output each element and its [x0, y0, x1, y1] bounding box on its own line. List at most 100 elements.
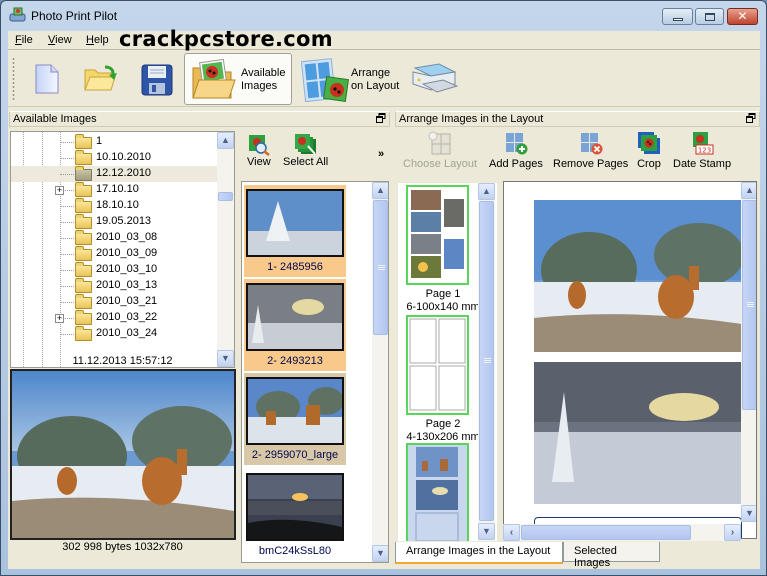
- menu-view[interactable]: View: [48, 34, 72, 46]
- pages-scroll-thumb[interactable]: [479, 201, 494, 521]
- scroll-down-arrow[interactable]: ▼: [741, 505, 756, 522]
- folder-icon: [75, 230, 92, 245]
- folder-icon: [75, 134, 92, 149]
- folder-tree-item[interactable]: 18.10.10: [11, 198, 221, 214]
- open-folder-icon: [83, 64, 117, 94]
- folder-tree-item[interactable]: 19.05.2013: [11, 214, 221, 230]
- folder-tree-item[interactable]: +2010_03_22: [11, 310, 221, 326]
- thumbnail-item[interactable]: 1- 2485956: [244, 185, 346, 277]
- title-bar: Photo Print Pilot ✕: [1, 1, 766, 31]
- menu-help[interactable]: Help: [86, 34, 109, 46]
- toolbar-grip[interactable]: [12, 57, 15, 101]
- thumbs-scrollbar[interactable]: ▲ ▼: [372, 182, 388, 562]
- layout-hscroll-thumb[interactable]: [521, 525, 691, 540]
- folder-tree-item[interactable]: 2010_03_08: [11, 230, 221, 246]
- expand-plus-icon[interactable]: +: [55, 314, 64, 323]
- scroll-right-arrow[interactable]: ›: [724, 524, 741, 541]
- available-images-button[interactable]: Available Images: [184, 53, 292, 105]
- more-chevron-icon[interactable]: »: [378, 148, 384, 160]
- date-stamp-icon: 123: [690, 131, 714, 155]
- left-pane: 1 10.10.2010 12.12.2010 +17.10.10 18.10.10 19…: [8, 128, 237, 569]
- folder-tree-item[interactable]: 2010_03_21: [11, 294, 221, 310]
- layout-vscrollbar[interactable]: ▲ ▼: [741, 182, 756, 522]
- page-thumbnail-3[interactable]: [406, 443, 469, 541]
- folder-tree-item[interactable]: 2010_03_24: [11, 326, 221, 342]
- layout-image-2[interactable]: [534, 362, 742, 504]
- save-button[interactable]: [132, 53, 178, 105]
- select-all-icon: [294, 134, 317, 155]
- add-pages-icon: [504, 131, 528, 155]
- layout-image-1[interactable]: [534, 200, 742, 352]
- thumbnail-item[interactable]: 2- 2959070_large: [244, 373, 346, 465]
- image-thumbnail-list[interactable]: 1- 2485956 2- 2493213 2- 2959070_large b…: [241, 181, 389, 563]
- add-pages-button[interactable]: Add Pages: [489, 131, 543, 170]
- menu-file[interactable]: File: [15, 34, 33, 46]
- tab-arrange-images[interactable]: Arrange Images in the Layout: [395, 542, 563, 564]
- panel-restore-icon[interactable]: [376, 113, 386, 123]
- folder-label: 2010_03_21: [96, 295, 158, 307]
- select-all-button[interactable]: Select All: [283, 134, 328, 168]
- folder-tree-item[interactable]: 2010_03_10: [11, 262, 221, 278]
- tree-connector: [60, 254, 74, 255]
- thumbnail-caption: 1- 2485956: [267, 261, 323, 273]
- page-2-label: Page 2 4-130x206 mm: [406, 418, 480, 443]
- close-button[interactable]: ✕: [727, 8, 758, 25]
- folder-tree-item[interactable]: 2010_03_09: [11, 246, 221, 262]
- panel-restore-icon[interactable]: [746, 113, 756, 123]
- expand-plus-icon[interactable]: +: [55, 186, 64, 195]
- menu-help-label: elp: [93, 34, 109, 46]
- view-button[interactable]: View: [247, 134, 271, 168]
- tab-selected-images[interactable]: Selected Images: [563, 542, 660, 569]
- folder-tree-item[interactable]: +17.10.10: [11, 182, 221, 198]
- scroll-left-arrow[interactable]: ‹: [503, 524, 520, 541]
- arrange-on-layout-button[interactable]: Arrange on Layout: [296, 53, 404, 105]
- date-stamp-button[interactable]: 123 Date Stamp: [673, 131, 731, 170]
- pages-list[interactable]: Page 1 6-100x140 mm Page 2 4-130x206 mm ▲ …: [398, 183, 497, 541]
- page-thumbnail-1[interactable]: [406, 185, 469, 285]
- minimize-button[interactable]: [662, 8, 693, 25]
- scroll-down-arrow[interactable]: ▼: [478, 523, 495, 540]
- tree-connector: [60, 206, 74, 207]
- select-all-label: Select All: [283, 156, 329, 168]
- folder-icon: [75, 294, 92, 309]
- maximize-button[interactable]: [695, 8, 724, 25]
- main-toolbar: Available Images Arrange on Layout: [8, 51, 760, 107]
- tree-scroll-thumb[interactable]: [218, 192, 233, 201]
- layout-canvas[interactable]: ▲ ▼: [503, 181, 757, 539]
- folder-tree-item[interactable]: 12.12.2010: [11, 166, 221, 182]
- layout-hscrollbar[interactable]: ‹ ›: [503, 524, 741, 541]
- folder-tree-item[interactable]: 1: [11, 134, 221, 150]
- thumbs-toolbar: View Select All »: [239, 132, 391, 178]
- crop-button[interactable]: Crop: [637, 131, 661, 170]
- page-thumbnail-2[interactable]: [406, 315, 469, 415]
- new-document-icon: [35, 64, 59, 94]
- layout-vscroll-thumb[interactable]: [742, 200, 756, 410]
- arrange-panel-title: Arrange Images in the Layout: [399, 113, 544, 125]
- thumbnail-image: [246, 473, 344, 541]
- preview-timestamp: 11.12.2013 15:57:12: [72, 355, 173, 367]
- folder-label: 18.10.10: [96, 199, 139, 211]
- folder-tree-item[interactable]: 2010_03_13: [11, 278, 221, 294]
- menu-file-label: ile: [21, 34, 33, 46]
- folder-tree[interactable]: 1 10.10.2010 12.12.2010 +17.10.10 18.10.10 19…: [10, 131, 235, 368]
- thumbnail-item[interactable]: 2- 2493213: [244, 279, 346, 371]
- scroll-up-arrow[interactable]: ▲: [217, 132, 234, 149]
- remove-pages-button[interactable]: Remove Pages: [553, 131, 628, 170]
- thumbnail-item[interactable]: bmC24kSsL80: [244, 469, 346, 561]
- pages-scrollbar[interactable]: ▲ ▼: [478, 183, 495, 541]
- folder-tree-item[interactable]: 10.10.2010: [11, 150, 221, 166]
- new-button[interactable]: [24, 53, 68, 105]
- print-button[interactable]: [406, 53, 459, 105]
- tree-scrollbar[interactable]: ▲ ▼: [217, 132, 234, 367]
- scroll-up-arrow[interactable]: ▲: [741, 182, 756, 199]
- thumbnail-image: [246, 283, 344, 351]
- folder-label: 2010_03_08: [96, 231, 158, 243]
- scroll-up-arrow[interactable]: ▲: [478, 183, 495, 200]
- scroll-down-arrow[interactable]: ▼: [372, 545, 388, 562]
- open-button[interactable]: [76, 53, 122, 105]
- remove-pages-icon: [579, 131, 603, 155]
- scroll-up-arrow[interactable]: ▲: [372, 182, 388, 199]
- menu-bar: File View Help crackpcstore.com: [8, 27, 760, 51]
- thumbs-scroll-thumb[interactable]: [373, 200, 388, 335]
- choose-layout-button[interactable]: Choose Layout: [403, 131, 477, 170]
